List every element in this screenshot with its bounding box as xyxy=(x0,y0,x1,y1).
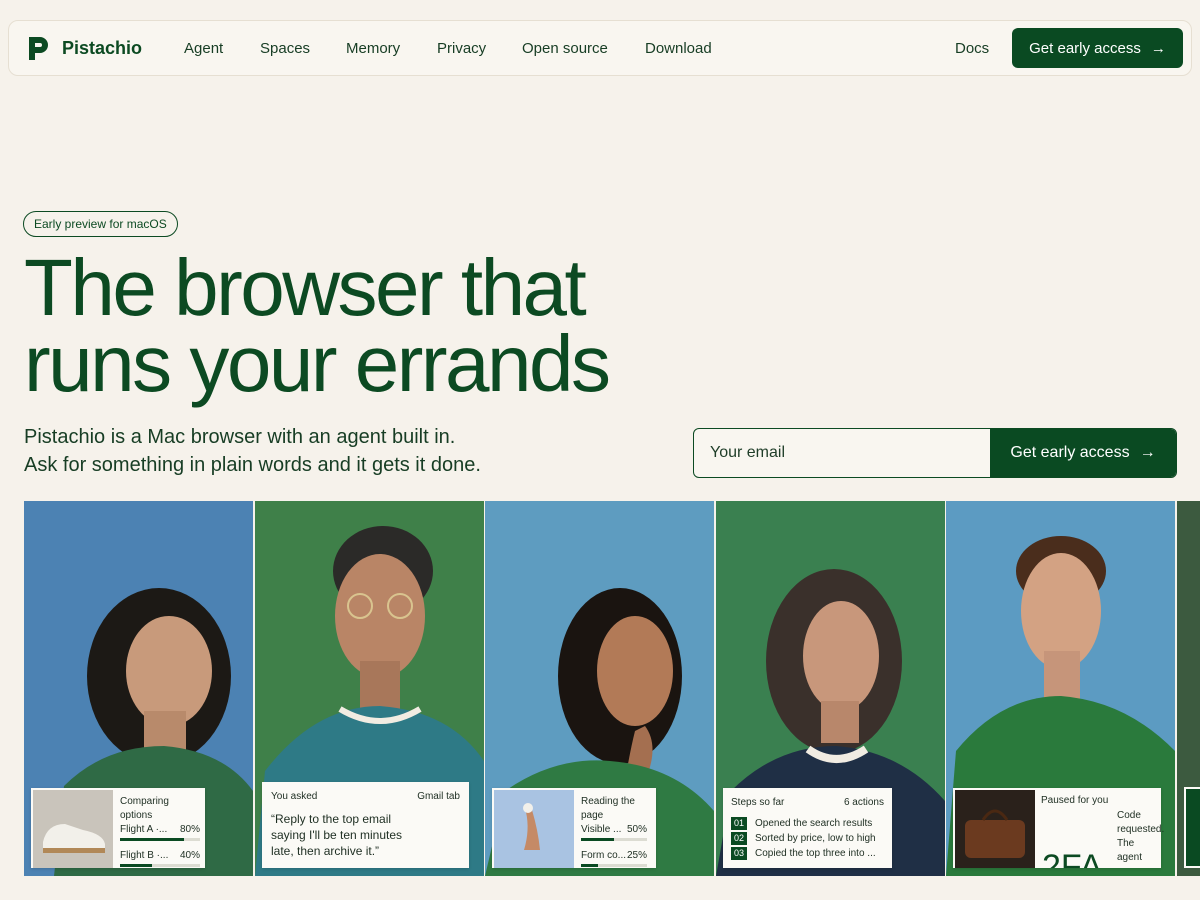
partial-card xyxy=(1184,787,1200,868)
brand-name: Pistachio xyxy=(62,37,143,58)
reading-meter-fill xyxy=(581,838,614,841)
top-nav: Pistachio Agent Spaces Memory Privacy Op… xyxy=(8,20,1192,76)
hero-headline: The browser that runs your errands xyxy=(24,243,611,408)
brand-logo-link[interactable]: Pistachio xyxy=(26,34,142,62)
two-fa-code: 2FA xyxy=(1042,848,1103,868)
paused-for-you-card: Paused for you Code requested. The agent… xyxy=(953,788,1165,868)
compare-row-1: Flight A ·... 80% xyxy=(120,823,200,837)
portrait-panel-4: Steps so far 6 actions 01 Opened the sear… xyxy=(716,501,945,876)
nav-link-download[interactable]: Download xyxy=(645,40,712,57)
compare-meter-2 xyxy=(120,864,200,867)
step-item: 03 Copied the top three into ... xyxy=(731,846,884,861)
reading-row-2: Form co... 25% xyxy=(581,849,647,863)
compare-title: Comparing options xyxy=(120,796,169,821)
reading-page-card: Reading the page Visible ... 50% Form co… xyxy=(492,788,656,868)
portrait-panel-2: You asked Gmail tab “Reply to the top em… xyxy=(255,501,484,876)
email-input[interactable] xyxy=(694,429,992,477)
compare-row-pct: 40% xyxy=(179,850,200,861)
leather-bag-thumbnail-image xyxy=(955,790,1035,868)
reading-row-pct: 25% xyxy=(626,850,647,861)
nav-link-docs[interactable]: Docs xyxy=(955,40,989,57)
nav-link-privacy[interactable]: Privacy xyxy=(437,40,486,57)
reading-row-1: Visible ... 50% xyxy=(581,823,647,837)
reading-meter-1 xyxy=(581,838,647,841)
portrait-gallery: Comparing options Flight A ·... 80% Flig… xyxy=(24,501,1200,876)
arrow-right-icon: → xyxy=(1139,444,1156,461)
headline-line-1: The browser that xyxy=(24,243,587,332)
compare-row-label: Flight A ·... xyxy=(120,824,168,835)
compare-meter-1 xyxy=(120,838,200,841)
reading-meter-2 xyxy=(581,864,647,867)
compare-row-pct: 80% xyxy=(179,824,200,835)
sneaker-thumbnail-image xyxy=(33,790,113,868)
compare-options-card: Comparing options Flight A ·... 80% Flig… xyxy=(31,788,205,868)
nav-get-early-access-button[interactable]: Get early access → xyxy=(1012,28,1183,68)
subcopy-line-1: Pistachio is a Mac browser with an agent… xyxy=(24,426,456,448)
you-asked-quote: “Reply to the top email saying I'll be t… xyxy=(271,812,403,858)
gmail-tab-label: Gmail tab xyxy=(417,791,460,802)
step-item: 01 Opened the search results xyxy=(731,816,884,831)
step-number: 01 xyxy=(731,817,747,830)
steps-count: 6 actions xyxy=(843,797,884,808)
reading-title: Reading the page xyxy=(581,796,635,821)
nav-link-agent[interactable]: Agent xyxy=(184,40,223,57)
step-item: 02 Sorted by price, low to high xyxy=(731,831,884,846)
step-text: Opened the search results xyxy=(755,818,873,829)
signup-form: Get early access → xyxy=(693,428,1177,478)
compare-row-label: Flight B ·... xyxy=(120,850,169,861)
preview-badge: Early preview for macOS xyxy=(23,211,178,237)
compare-row-2: Flight B ·... 40% xyxy=(120,849,200,863)
portrait-panel-3: Reading the page Visible ... 50% Form co… xyxy=(485,501,714,876)
portrait-panel-6 xyxy=(1177,501,1200,876)
nav-link-memory[interactable]: Memory xyxy=(346,40,400,57)
step-text: Copied the top three into ... xyxy=(755,848,876,859)
steps-list: 01 Opened the search results 02 Sorted by … xyxy=(731,816,884,861)
compare-meter-fill xyxy=(120,864,152,867)
step-number: 03 xyxy=(731,847,747,860)
paused-side-text: Code requested. The agent xyxy=(1117,810,1165,863)
portrait-panel-5: Paused for you Code requested. The agent… xyxy=(946,501,1175,876)
pistachio-logo-icon xyxy=(29,37,48,60)
step-number: 02 xyxy=(731,832,747,845)
hero-subcopy: Pistachio is a Mac browser with an agent… xyxy=(24,423,481,479)
reading-row-pct: 50% xyxy=(626,824,647,835)
steps-header: Steps so far 6 actions xyxy=(731,796,884,810)
reading-meter-fill xyxy=(581,864,598,867)
reading-row-label: Visible ... xyxy=(581,824,622,835)
compare-meter-fill xyxy=(120,838,184,841)
paused-title: Paused for you xyxy=(1041,795,1109,806)
signup-button-label: Get early access xyxy=(1010,444,1130,461)
signup-get-early-access-button[interactable]: Get early access → xyxy=(990,429,1176,477)
reading-row-label: Form co... xyxy=(581,850,627,861)
portrait-panel-1: Comparing options Flight A ·... 80% Flig… xyxy=(24,501,253,876)
headline-line-2: runs your errands xyxy=(24,319,611,408)
steps-card: Steps so far 6 actions 01 Opened the sear… xyxy=(723,788,892,868)
hand-holding-flower-thumbnail-image xyxy=(494,790,574,868)
nav-link-open-source[interactable]: Open source xyxy=(522,40,608,57)
nav-cta-label: Get early access xyxy=(1029,39,1141,57)
steps-title: Steps so far xyxy=(731,797,785,808)
step-text: Sorted by price, low to high xyxy=(755,833,876,844)
arrow-right-icon: → xyxy=(1150,39,1166,57)
subcopy-line-2: Ask for something in plain words and it … xyxy=(24,454,481,476)
you-asked-header: You asked Gmail tab xyxy=(271,791,460,802)
you-asked-label: You asked xyxy=(271,791,318,802)
nav-link-spaces[interactable]: Spaces xyxy=(260,40,310,57)
you-asked-card: You asked Gmail tab “Reply to the top em… xyxy=(262,782,469,868)
